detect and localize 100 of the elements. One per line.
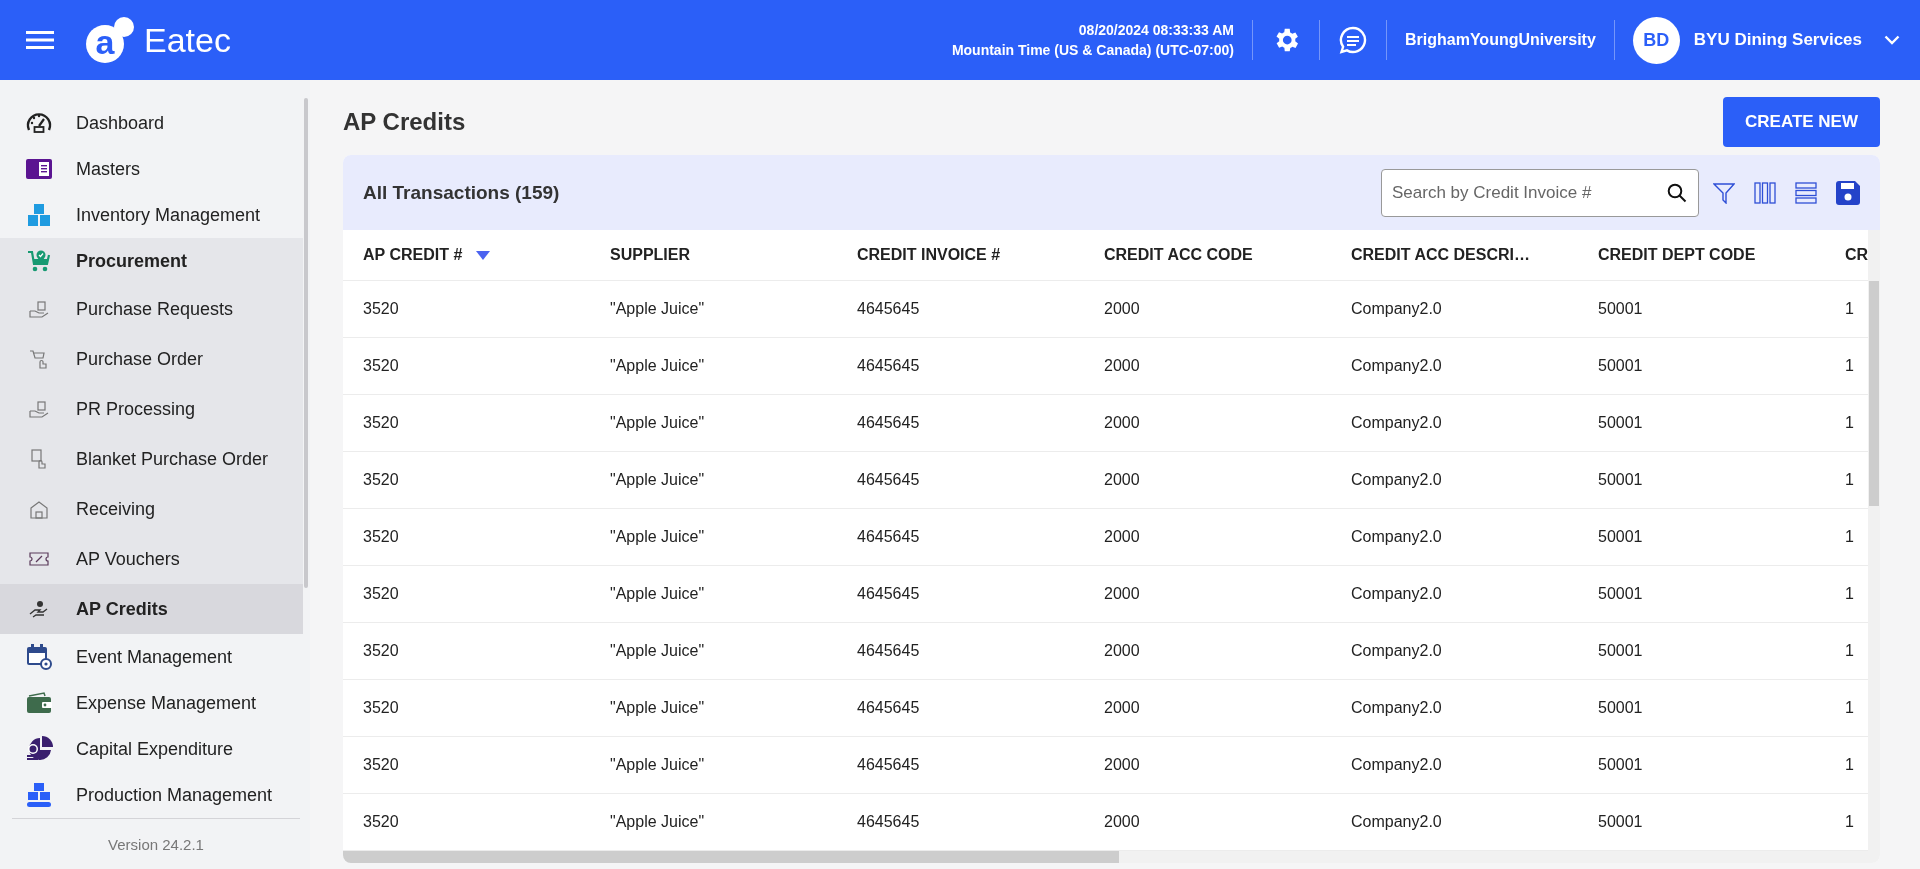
- book-icon: [26, 159, 52, 179]
- sidebar-subitem[interactable]: Receiving: [0, 484, 303, 534]
- sidebar-subitem[interactable]: Blanket Purchase Order: [0, 434, 303, 484]
- table-cell-text: "Apple Juice": [610, 471, 706, 489]
- user-avatar[interactable]: BD: [1632, 16, 1680, 64]
- sidebar-item[interactable]: Expense Management: [0, 680, 303, 726]
- table-cell-text: 3520: [363, 699, 400, 717]
- table-cell-text: 50001: [1598, 300, 1644, 318]
- table-cell-text: 50001: [1598, 699, 1644, 717]
- table-cell-text: 3520: [363, 585, 400, 603]
- table-cell-text: 2000: [1104, 585, 1141, 603]
- column-header[interactable]: CREDIT ACC CODE: [1104, 246, 1253, 264]
- column-header[interactable]: CREDIT ACC DESCRI…: [1351, 246, 1530, 264]
- scrollbar-thumb[interactable]: [1869, 281, 1879, 506]
- column-header[interactable]: CREDIT INVOICE #: [857, 246, 1001, 264]
- table-cell-text: 50001: [1598, 642, 1644, 660]
- table-cell-text: 3520: [363, 528, 400, 546]
- save-icon[interactable]: [1836, 180, 1860, 205]
- column-header[interactable]: SUPPLIER: [610, 246, 690, 264]
- sidebar-item[interactable]: Capital Expenditure: [0, 726, 303, 772]
- table-cell-text: 2000: [1104, 813, 1141, 831]
- scrollbar-thumb[interactable]: [304, 98, 308, 588]
- table-cell-text: 1: [1845, 642, 1855, 660]
- table-cell-text: 4645645: [857, 300, 921, 318]
- organization-name: BrighamYoungUniversity: [1405, 31, 1596, 49]
- table-cell-text: 2000: [1104, 528, 1141, 546]
- table-cell-text: 4645645: [857, 357, 921, 375]
- table-cell-text: 50001: [1598, 471, 1644, 489]
- sidebar-subitem[interactable]: AP Credits: [0, 584, 303, 634]
- chevron-down-icon[interactable]: [1884, 35, 1900, 45]
- sidebar-item[interactable]: Masters: [0, 146, 303, 192]
- column-header[interactable]: CR: [1845, 246, 1868, 264]
- table-cell-text: 4645645: [857, 813, 921, 831]
- sidebar-subitem[interactable]: Purchase Requests: [0, 284, 303, 334]
- table-cell-text: 4645645: [857, 528, 921, 546]
- rows-icon[interactable]: [1795, 181, 1817, 204]
- sidebar-item[interactable]: Dashboard: [0, 100, 303, 146]
- table-cell-text: 1: [1845, 528, 1855, 546]
- table-cell-text: Company2.0: [1351, 414, 1443, 432]
- table-cell-text: 2000: [1104, 414, 1141, 432]
- table-cell-text: "Apple Juice": [610, 756, 706, 774]
- table-cell-text: 2000: [1104, 357, 1141, 375]
- table-cell-text: Company2.0: [1351, 471, 1443, 489]
- table-cell-text: "Apple Juice": [610, 357, 706, 375]
- table-cell-text: 1: [1845, 756, 1855, 774]
- scrollbar-thumb[interactable]: [343, 851, 1119, 863]
- table-cell-text: 3520: [363, 300, 400, 318]
- user-name[interactable]: BYU Dining Services: [1693, 30, 1862, 50]
- sidebar-item[interactable]: Event Management: [0, 634, 303, 680]
- table-cell-text: Company2.0: [1351, 813, 1443, 831]
- conveyor-icon: [26, 783, 52, 807]
- table-cell-text: 3520: [363, 813, 400, 831]
- table-cell-text: 4645645: [857, 414, 921, 432]
- sort-down-icon[interactable]: [476, 250, 491, 260]
- sidebar-subitem[interactable]: PR Processing: [0, 384, 303, 434]
- table-cell-text: "Apple Juice": [610, 528, 706, 546]
- table-cell-text: 3520: [363, 756, 400, 774]
- table-cell-text: 1: [1845, 699, 1855, 717]
- sidebar-item[interactable]: Procurement: [0, 238, 303, 284]
- hand-coin-icon: [29, 600, 49, 618]
- table-cell-text: 1: [1845, 471, 1855, 489]
- boxes-icon: [27, 203, 51, 227]
- create-new-button[interactable]: CREATE NEW: [1723, 97, 1880, 147]
- pie-chart-icon: [25, 736, 53, 762]
- column-header[interactable]: CREDIT DEPT CODE: [1598, 246, 1756, 264]
- menu-icon[interactable]: [26, 30, 54, 50]
- document-hand-icon: [31, 449, 47, 469]
- table-cell-text: "Apple Juice": [610, 699, 706, 717]
- chat-icon[interactable]: [1338, 25, 1368, 55]
- table-cell-text: 50001: [1598, 585, 1644, 603]
- table-cell-text: "Apple Juice": [610, 585, 706, 603]
- table-cell-text: 4645645: [857, 699, 921, 717]
- table-cell-text: Company2.0: [1351, 357, 1443, 375]
- sidebar-subitem[interactable]: AP Vouchers: [0, 534, 303, 584]
- timezone-label: Mountain Time (US & Canada) (UTC-07:00): [951, 41, 1234, 60]
- sidebar-item[interactable]: Production Management: [0, 772, 303, 818]
- table-cell-text: 1: [1845, 357, 1855, 375]
- current-datetime: 08/20/2024 08:33:33 AM: [1078, 21, 1234, 40]
- table-cell-text: 50001: [1598, 528, 1644, 546]
- speedometer-icon: [25, 110, 53, 136]
- sidebar-subitem[interactable]: Purchase Order: [0, 334, 303, 384]
- calendar-icon: [26, 644, 52, 670]
- hand-box-icon: [29, 300, 49, 318]
- table-cell-text: Company2.0: [1351, 300, 1443, 318]
- table-cell-text: 3520: [363, 471, 400, 489]
- table-title: All Transactions (159): [363, 181, 561, 204]
- table-cell-text: 1: [1845, 414, 1855, 432]
- table-cell-text: "Apple Juice": [610, 813, 706, 831]
- filter-icon[interactable]: [1713, 181, 1735, 204]
- table-cell-text: 2000: [1104, 699, 1141, 717]
- table-cell-text: "Apple Juice": [610, 300, 706, 318]
- columns-icon[interactable]: [1754, 181, 1776, 204]
- version-label: Version 24.2.1: [108, 835, 204, 853]
- table-cell-text: 4645645: [857, 585, 921, 603]
- column-header[interactable]: AP CREDIT #: [363, 246, 463, 264]
- search-field[interactable]: Search by Credit Invoice #: [1381, 168, 1699, 217]
- search-icon[interactable]: [1667, 182, 1687, 203]
- hand-box-icon: [29, 400, 49, 418]
- table-cell-text: 2000: [1104, 300, 1141, 318]
- sidebar-item[interactable]: Inventory Management: [0, 192, 303, 238]
